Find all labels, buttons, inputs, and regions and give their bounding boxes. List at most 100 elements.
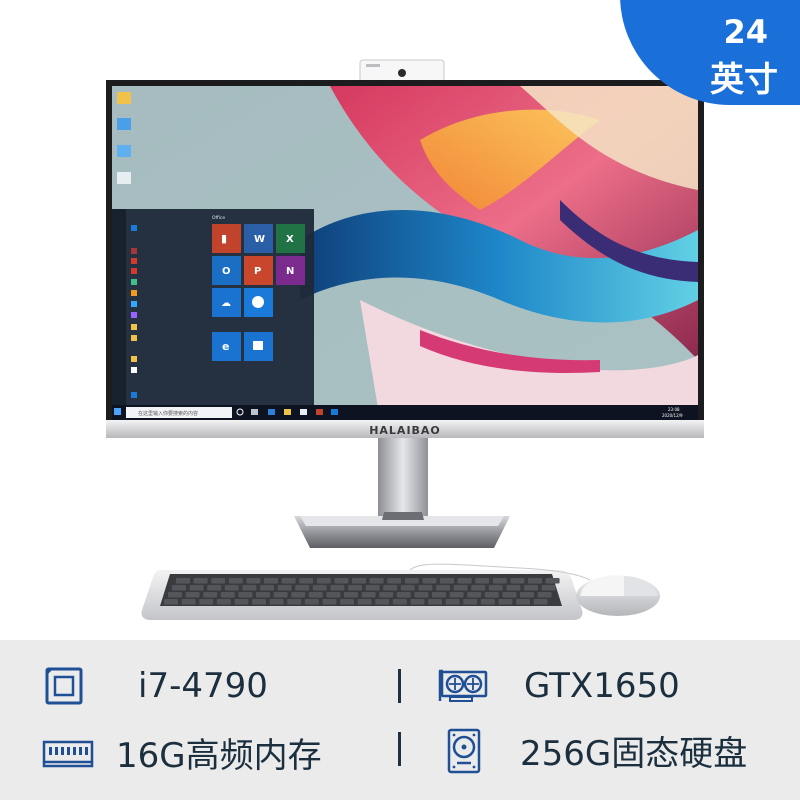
specs-bar: i7-4790 GTX1650 16G高频内存 256G固态硬盘 [0, 640, 800, 800]
keyboard-key [369, 578, 384, 584]
keyboard-key [436, 585, 450, 591]
keyboard-key [220, 592, 235, 598]
keyboard-key [453, 585, 468, 591]
taskbar-clock-date: 2020/12/9 [662, 413, 683, 418]
keyboard-key [545, 578, 560, 584]
keyboard-key [480, 599, 495, 605]
keyboard-key [400, 585, 415, 591]
keyboard-key [228, 578, 243, 584]
keyboard-key [164, 599, 178, 605]
keyboard-key [357, 599, 372, 605]
keyboard-key [537, 592, 552, 598]
keyboard-key [316, 578, 331, 584]
svg-text:☁: ☁ [221, 298, 231, 309]
svg-text:P: P [254, 266, 261, 277]
keyboard-key [492, 578, 507, 584]
spec-label-storage: 256G固态硬盘 [520, 734, 748, 774]
keyboard-key [340, 599, 354, 605]
keyboard-key [185, 592, 200, 598]
keyboard-key [181, 599, 196, 605]
keyboard-key [524, 585, 538, 591]
keyboard-key [432, 592, 446, 598]
keyboard-key [449, 592, 464, 598]
keyboard-key [463, 599, 478, 605]
keyboard-key [533, 599, 548, 605]
keyboard-key [471, 585, 486, 591]
keyboard-key [193, 578, 208, 584]
keyboard-key [176, 578, 190, 584]
keyboard-key [440, 578, 454, 584]
keyboard-key [189, 585, 204, 591]
ram-icon [42, 733, 94, 773]
keyboard [141, 570, 583, 620]
keyboard-key [273, 592, 288, 598]
keyboard-key [207, 585, 222, 591]
keyboard-key [172, 585, 186, 591]
keyboard-key [344, 592, 358, 598]
keyboard-key [484, 592, 499, 598]
keyboard-key [516, 599, 530, 605]
start-menu-group-label: Office [212, 215, 225, 221]
keyboard-key [295, 585, 310, 591]
keyboard-key [392, 599, 407, 605]
keyboard-key [457, 578, 472, 584]
keyboard-key [234, 599, 249, 605]
keyboard-key [312, 585, 327, 591]
keyboard-key [361, 592, 376, 598]
keyboard-key [404, 578, 419, 584]
screen: Office ▮ W X O P N ☁ e 在这里输入你要搜索的内容 23:0… [112, 86, 698, 420]
spec-item-gpu: GTX1650 [438, 666, 680, 706]
brand-logo: HALAIBAO [369, 424, 441, 437]
keyboard-key [379, 592, 394, 598]
size-badge-unit: 英寸 [710, 60, 778, 100]
keyboard-key [211, 578, 226, 584]
product-image: HALAIBAO Office ▮ W X O P N ☁ e 在这里输入你要搜… [0, 0, 800, 640]
keyboard-key [291, 592, 306, 598]
keyboard-key [428, 599, 442, 605]
keyboard-key [308, 592, 323, 598]
svg-text:e: e [222, 340, 229, 353]
svg-text:▮: ▮ [221, 232, 227, 245]
keyboard-key [541, 585, 556, 591]
keyboard-key [488, 585, 503, 591]
svg-text:X: X [286, 234, 294, 245]
taskbar-search-placeholder: 在这里输入你要搜索的内容 [138, 410, 198, 417]
keyboard-key [326, 592, 341, 598]
keyboard-key [203, 592, 218, 598]
keyboard-key [352, 578, 366, 584]
keyboard-key [422, 578, 437, 584]
keyboard-key [387, 578, 402, 584]
keyboard-key [242, 585, 257, 591]
keyboard-key [322, 599, 337, 605]
keyboard-key [252, 599, 266, 605]
gpu-icon [438, 666, 490, 706]
spec-divider-top [398, 669, 401, 703]
size-badge-number: 24 [723, 13, 768, 51]
keyboard-key [510, 578, 525, 584]
keyboard-key [520, 592, 534, 598]
keyboard-key [238, 592, 253, 598]
spec-item-cpu: i7-4790 [42, 666, 268, 706]
svg-text:N: N [286, 266, 294, 277]
hdd-icon [446, 728, 482, 773]
keyboard-key [299, 578, 314, 584]
keyboard-key [506, 585, 521, 591]
all-in-one-computer-illustration: HALAIBAO Office ▮ W X O P N ☁ e 在这里输入你要搜… [106, 59, 704, 620]
taskbar-clock-time: 23:08 [668, 407, 680, 412]
spec-item-ram: 16G高频内存 [42, 728, 322, 777]
keyboard-key [281, 578, 296, 584]
keyboard-key [246, 578, 261, 584]
keyboard-key [348, 585, 362, 591]
keyboard-key [418, 585, 433, 591]
keyboard-key [414, 592, 429, 598]
keyboard-key [475, 578, 490, 584]
keyboard-key [502, 592, 517, 598]
keyboard-key [287, 599, 302, 605]
spec-label-cpu: i7-4790 [138, 666, 268, 706]
svg-text:W: W [254, 234, 265, 245]
keyboard-key [334, 578, 349, 584]
keyboard-key [467, 592, 482, 598]
taskbar: 在这里输入你要搜索的内容 23:08 2020/12/9 [112, 405, 698, 420]
keyboard-key [528, 578, 542, 584]
start-menu: Office ▮ W X O P N ☁ e [112, 209, 314, 405]
